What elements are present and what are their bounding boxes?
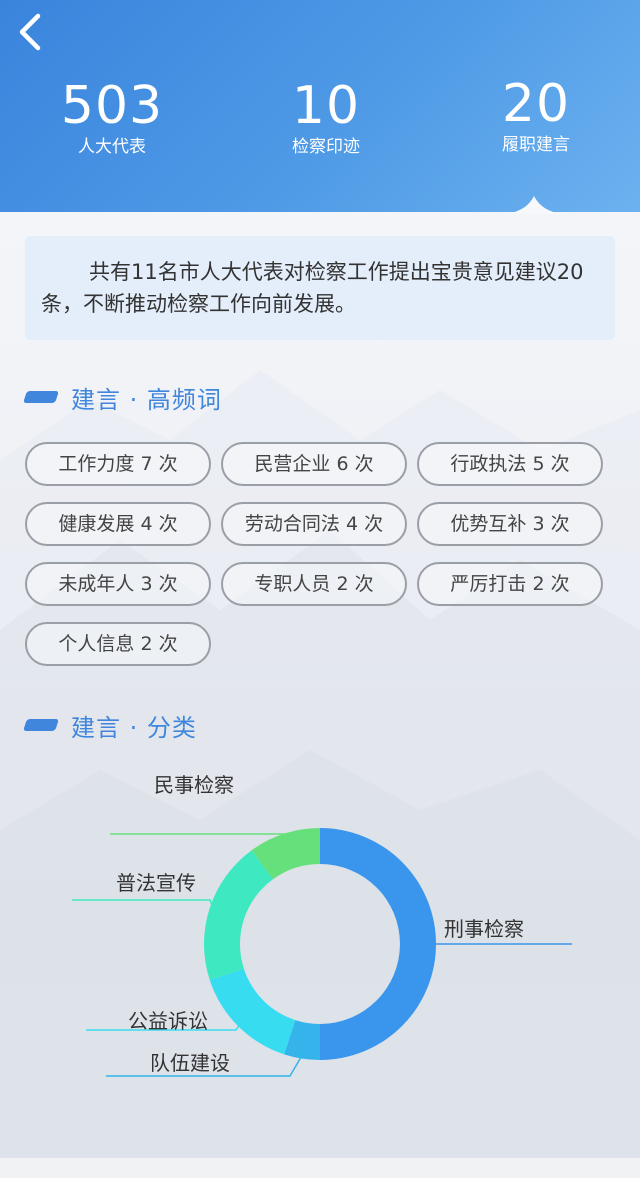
stat-value: 10 (291, 76, 361, 136)
slice-label: 刑事检察 (444, 917, 524, 941)
donut-slice[interactable] (209, 968, 296, 1055)
bottom-strip (0, 1158, 640, 1178)
keyword-tag[interactable]: 优势互补 3 次 (417, 502, 603, 546)
keyword-tag[interactable]: 专职人员 2 次 (221, 562, 407, 606)
stat-label: 检察印迹 (292, 137, 360, 157)
category-donut-chart: 刑事检察队伍建设 公益诉讼 普法宣传 民事检察 (72, 773, 572, 1077)
keywords-section-title: 建言 · 高频词 (23, 380, 222, 414)
header-banner: 503 人大代表 10 检察印迹 20 履职建言 (0, 0, 640, 214)
keyword-tag[interactable]: 健康发展 4 次 (25, 502, 211, 546)
keyword-tag[interactable]: 未成年人 3 次 (25, 562, 211, 606)
stat-suggestions[interactable]: 20 履职建言 (436, 76, 636, 156)
slice-label: 普法宣传 (116, 871, 196, 895)
section-marker (23, 391, 59, 403)
stat-label: 履职建言 (502, 135, 570, 155)
stat-value: 20 (501, 74, 571, 134)
slice-label: 民事检察 (154, 773, 234, 797)
chevron-left-icon[interactable] (12, 10, 48, 54)
category-section-title: 建言 · 分类 (23, 708, 197, 742)
slice-label: 公益诉讼 (128, 1009, 208, 1033)
stat-label: 人大代表 (78, 137, 146, 157)
keyword-tag[interactable]: 个人信息 2 次 (25, 622, 211, 666)
keyword-tag[interactable]: 严厉打击 2 次 (417, 562, 603, 606)
slice-leader-line (110, 833, 293, 839)
stat-value: 503 (60, 76, 164, 136)
keyword-tag[interactable]: 行政执法 5 次 (417, 442, 603, 486)
donut-slice[interactable] (203, 850, 273, 980)
keyword-tag[interactable]: 劳动合同法 4 次 (221, 502, 407, 546)
donut-slice[interactable] (320, 828, 436, 1060)
slice-label: 队伍建设 (150, 1051, 230, 1075)
keyword-tag[interactable]: 工作力度 7 次 (25, 442, 211, 486)
section-marker (23, 719, 59, 731)
stat-representatives[interactable]: 503 人大代表 (12, 78, 212, 158)
section-title-text: 建言 · 分类 (71, 713, 197, 742)
section-title-text: 建言 · 高频词 (71, 385, 222, 414)
intro-summary: 共有11名市人大代表对检察工作提出宝贵意见建议20条，不断推动检察工作向前发展。 (25, 236, 615, 340)
stat-procuratorate-traces[interactable]: 10 检察印迹 (226, 78, 426, 158)
keyword-tag[interactable]: 民营企业 6 次 (221, 442, 407, 486)
active-tab-indicator (504, 196, 564, 214)
intro-text: 共有11名市人大代表对检察工作提出宝贵意见建议20条，不断推动检察工作向前发展。 (41, 260, 584, 316)
slice-leader-line (72, 899, 215, 910)
